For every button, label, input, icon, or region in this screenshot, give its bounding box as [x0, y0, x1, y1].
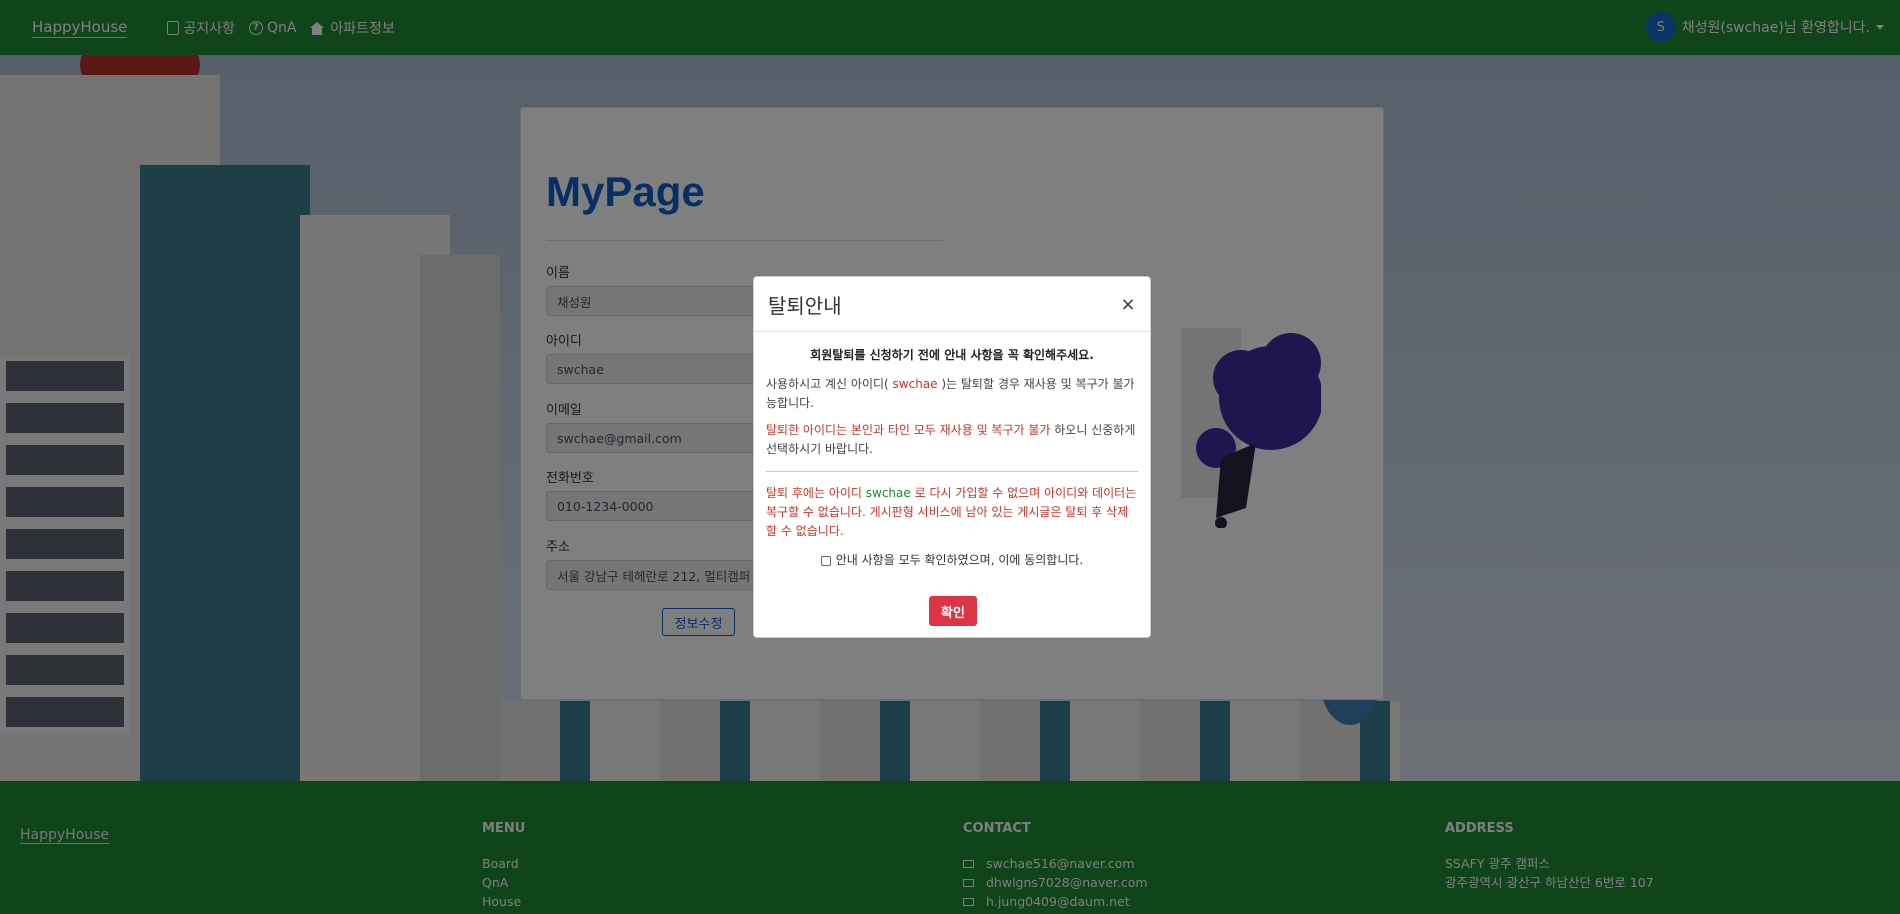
modal-lead-text: 회원탈퇴를 신청하기 전에 안내 사항을 꼭 확인해주세요.	[810, 348, 1094, 362]
modal-body: 회원탈퇴를 신청하기 전에 안내 사항을 꼭 확인해주세요. 사용하시고 계신 …	[754, 332, 1150, 570]
warning-text: 탈퇴한 아이디는 본인과 타인 모두 재사용 및 복구가 불가	[766, 423, 1051, 437]
withdraw-modal: 탈퇴안내 × 회원탈퇴를 신청하기 전에 안내 사항을 꼭 확인해주세요. 사용…	[753, 276, 1151, 638]
user-id-highlight: swchae	[865, 486, 911, 500]
modal-header: 탈퇴안내 ×	[754, 277, 1150, 332]
text-segment: 사용하시고 계신 아이디(	[766, 377, 889, 391]
modal-title: 탈퇴안내	[768, 293, 842, 318]
divider	[766, 471, 1138, 472]
confirm-button[interactable]: 확인	[929, 596, 977, 626]
modal-paragraph-3: 탈퇴 후에는 아이디 swchae 로 다시 가입할 수 없으며 아이디와 데이…	[766, 484, 1138, 541]
close-icon[interactable]: ×	[1120, 294, 1136, 315]
modal-paragraph-2: 탈퇴한 아이디는 본인과 타인 모두 재사용 및 복구가 불가 하오니 신중하게…	[766, 421, 1138, 459]
text-segment: 탈퇴 후에는 아이디	[766, 486, 866, 500]
agree-checkbox[interactable]	[820, 555, 831, 566]
agree-label: 안내 사항을 모두 확인하였으며, 이에 동의합니다.	[835, 553, 1084, 567]
modal-paragraph-1: 사용하시고 계신 아이디( swchae )는 탈퇴할 경우 재사용 및 복구가…	[766, 375, 1138, 413]
user-id-highlight: swchae	[888, 377, 942, 391]
agree-checkbox-row[interactable]: 안내 사항을 모두 확인하였으며, 이에 동의합니다.	[766, 551, 1138, 570]
